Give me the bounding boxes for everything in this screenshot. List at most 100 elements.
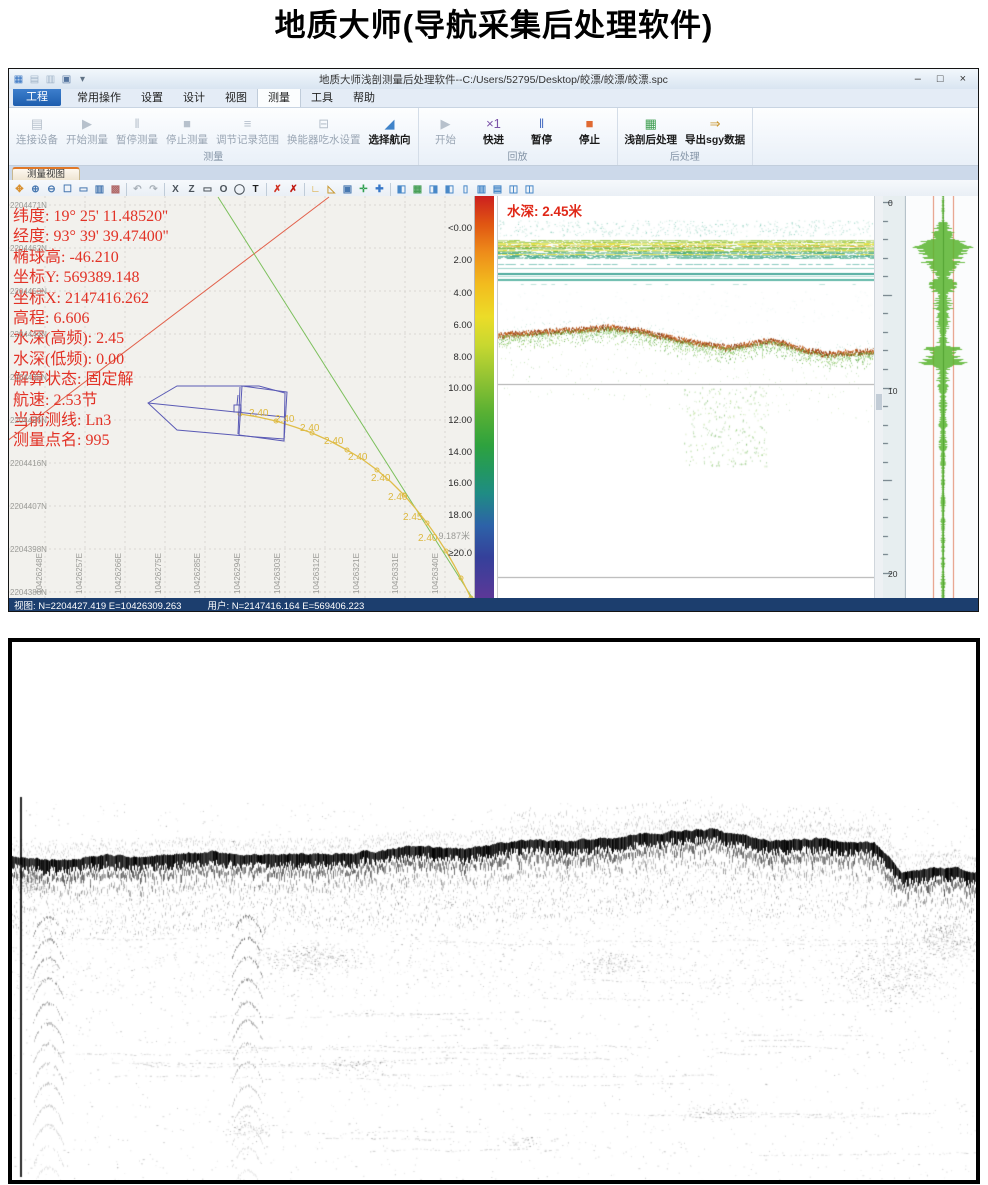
colorbar-scale-label: 18.00 — [410, 510, 472, 521]
track-depth-label: 2.40 — [300, 423, 319, 434]
fit-extent-icon[interactable]: ▭ — [76, 182, 91, 197]
measure-angle-icon[interactable]: ◺ — [324, 182, 339, 197]
zoom-out-icon[interactable]: ⊖ — [44, 182, 59, 197]
toolbar-separator — [126, 183, 127, 196]
delete-all-markers-icon[interactable]: ✗ — [286, 182, 301, 197]
panel-right-icon[interactable]: ◧ — [442, 182, 457, 197]
profile-panel-icon[interactable]: ◧ — [394, 182, 409, 197]
ribbon-button[interactable]: ⇒导出sgy数据 — [681, 109, 749, 152]
ribbon-button[interactable]: ▦浅剖后处理 — [621, 109, 682, 152]
ribbon-tab[interactable]: 测量 — [257, 86, 301, 107]
ribbon-button[interactable]: ▤连接设备 — [12, 109, 62, 152]
echogram-scrollbar[interactable] — [874, 196, 883, 598]
ribbon-button[interactable]: ▶开始 — [422, 109, 470, 152]
split-view-icon[interactable]: ▥ — [92, 182, 107, 197]
measure-length-icon[interactable]: ∟ — [308, 182, 323, 197]
image-view-icon[interactable]: ▩ — [108, 182, 123, 197]
ribbon-button-label: 连接设备 — [16, 132, 58, 147]
ribbon-button-label: 停止 — [579, 132, 600, 147]
tab-survey-view[interactable]: 测量视图 — [12, 167, 80, 180]
ribbon-button[interactable]: ‖暂停测量 — [112, 109, 162, 152]
zoom-in-icon[interactable]: ⊕ — [28, 182, 43, 197]
ribbon-tab[interactable]: 常用操作 — [67, 87, 131, 107]
colorbar-scale-label: 8.00 — [410, 352, 472, 363]
colorbar-scale-label: 16.00 — [410, 478, 472, 489]
swap-panel-icon[interactable]: ▤ — [490, 182, 505, 197]
ribbon-button-label: 暂停测量 — [116, 132, 158, 147]
map-view[interactable]: 纬度: 19° 25' 11.48520''经度: 93° 39' 39.474… — [9, 196, 475, 598]
ribbon-tab[interactable]: 工程 — [13, 86, 61, 106]
column-panel-icon[interactable]: ▯ — [458, 182, 473, 197]
save-icon[interactable]: ▣ — [60, 73, 73, 86]
map-info-line: 航速: 2.53节 — [13, 391, 169, 411]
colorbar-scale-label: ≥20.0 — [410, 548, 472, 559]
marker-ellipse-icon[interactable]: ◯ — [232, 182, 247, 197]
ribbon-button[interactable]: ×1快进 — [470, 109, 518, 152]
ribbon-button[interactable]: ▶开始测量 — [62, 109, 112, 152]
marker-o-icon[interactable]: O — [216, 182, 231, 197]
colorbar-scale-label: 6.00 — [410, 320, 472, 331]
ribbon-button-label: 调节记录范围 — [216, 132, 279, 147]
toolbar-separator — [266, 183, 267, 196]
ribbon-button[interactable]: ■停止测量 — [162, 109, 212, 152]
document-tab-bar: 测量视图 — [9, 166, 978, 180]
grid-panel-icon[interactable]: ▥ — [474, 182, 489, 197]
ribbon-button[interactable]: ◢选择航向 — [365, 109, 415, 152]
marker-rect-icon[interactable]: ▭ — [200, 182, 215, 197]
redo-icon[interactable]: ↷ — [146, 182, 161, 197]
colorbar-scale-label: 14.00 — [410, 447, 472, 458]
minimize-button[interactable]: – — [915, 73, 921, 85]
move-view-icon[interactable]: ✚ — [372, 182, 387, 197]
ribbon-group-label: 回放 — [422, 152, 614, 165]
pan-hand-icon[interactable]: ✥ — [12, 182, 27, 197]
connect-device-icon: ▤ — [31, 115, 43, 132]
track-depth-label: 2.40 — [324, 436, 343, 447]
quick-access-dropdown-icon[interactable]: ▾ — [76, 73, 89, 86]
playback-stop-icon: ■ — [586, 115, 594, 132]
ribbon-tab[interactable]: 视图 — [215, 87, 257, 107]
map-x-axis-label: 10426285E — [193, 522, 202, 594]
save-view-icon[interactable]: ▣ — [340, 182, 355, 197]
color-panel-icon[interactable]: ▦ — [410, 182, 425, 197]
seismic-profile-image — [12, 642, 976, 1180]
panel-left-icon[interactable]: ◨ — [426, 182, 441, 197]
marker-x-icon[interactable]: X — [168, 182, 183, 197]
ruler-label: 20 — [888, 569, 897, 579]
delete-marker-icon[interactable]: ✗ — [270, 182, 285, 197]
app-window: ▦▤▥▣▾ 地质大师浅剖测量后处理软件--C:/Users/52795/Desk… — [8, 68, 979, 612]
ribbon-button-label: 暂停 — [531, 132, 552, 147]
layout-b-icon[interactable]: ◫ — [522, 182, 537, 197]
open-file-icon[interactable]: ▥ — [44, 73, 57, 86]
ribbon-button[interactable]: ⊟换能器吃水设置 — [283, 109, 365, 152]
layout-a-icon[interactable]: ◫ — [506, 182, 521, 197]
ribbon-tab[interactable]: 帮助 — [343, 87, 385, 107]
map-info-line: 坐标Y: 569389.148 — [13, 268, 169, 288]
new-file-icon[interactable]: ▤ — [28, 73, 41, 86]
colorbar-scale-label: 10.00 — [410, 383, 472, 394]
window-title: 地质大师浅剖测量后处理软件--C:/Users/52795/Desktop/皎漂… — [9, 72, 978, 87]
marker-z-icon[interactable]: Z — [184, 182, 199, 197]
map-y-axis-label: 2204453N — [10, 287, 47, 296]
seismic-profile-figure — [8, 638, 980, 1184]
zoom-window-icon[interactable]: ☐ — [60, 182, 75, 197]
marker-text-icon[interactable]: T — [248, 182, 263, 197]
close-button[interactable]: × — [960, 73, 966, 85]
ribbon-tab[interactable]: 工具 — [301, 87, 343, 107]
ribbon-tab[interactable]: 设置 — [131, 87, 173, 107]
transducer-draft-icon: ⊟ — [318, 115, 329, 132]
echogram-view[interactable]: 水深: 2.45米 — [497, 196, 875, 598]
ribbon-group-label: 测量 — [12, 152, 415, 165]
track-depth-label: 2.40 — [388, 492, 407, 503]
ribbon-button-label: 选择航向 — [369, 132, 411, 147]
maximize-button[interactable]: □ — [937, 73, 944, 85]
page-title: 地质大师(导航采集后处理软件) — [0, 0, 988, 45]
center-target-icon[interactable]: ✛ — [356, 182, 371, 197]
colorbar-scale-label: <0.00 — [410, 223, 472, 234]
ribbon-button[interactable]: ■停止 — [566, 109, 614, 152]
undo-icon[interactable]: ↶ — [130, 182, 145, 197]
ribbon-tab[interactable]: 设计 — [173, 87, 215, 107]
ribbon-button[interactable]: ‖暂停 — [518, 109, 566, 152]
echogram-scrollbar-thumb[interactable] — [876, 394, 882, 410]
ribbon-button[interactable]: ≡调节记录范围 — [212, 109, 283, 152]
app-icon[interactable]: ▦ — [12, 73, 25, 86]
